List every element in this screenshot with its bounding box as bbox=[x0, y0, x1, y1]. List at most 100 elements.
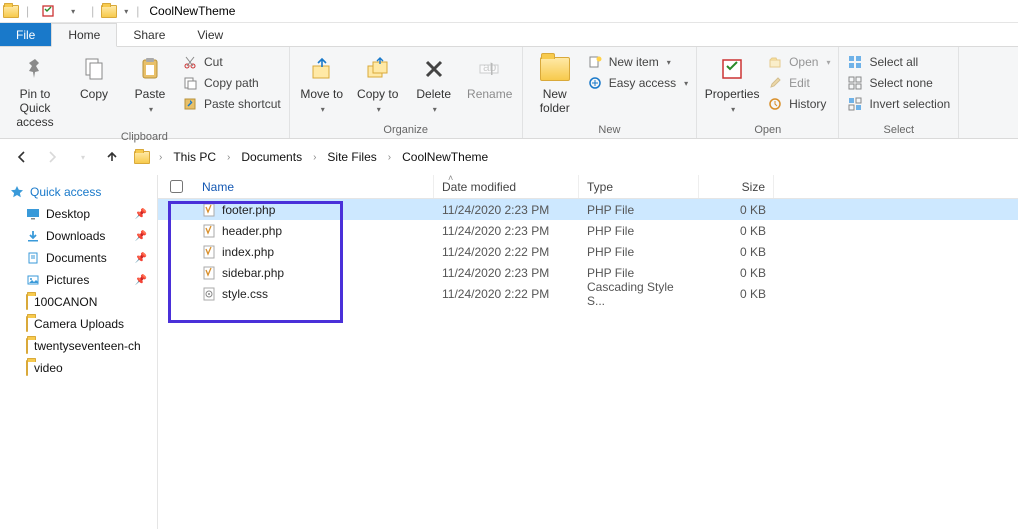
pin-label: Pin to Quick access bbox=[8, 88, 62, 129]
pin-icon bbox=[19, 53, 51, 85]
cut-button[interactable]: Cut bbox=[182, 53, 281, 71]
column-header-date[interactable]: Date modified bbox=[434, 175, 579, 198]
move-to-button[interactable]: Move to ▾ bbox=[298, 50, 346, 116]
sidebar-item[interactable]: 100CANON bbox=[4, 291, 153, 313]
sidebar-item[interactable]: video bbox=[4, 357, 153, 379]
file-type: PHP File bbox=[579, 203, 699, 217]
chevron-right-icon[interactable]: › bbox=[385, 152, 394, 163]
select-none-label: Select none bbox=[869, 76, 932, 90]
delete-label: Delete bbox=[416, 87, 451, 101]
address-bar[interactable]: › This PC › Documents › Site Files › Coo… bbox=[130, 145, 494, 169]
tab-file[interactable]: File bbox=[0, 23, 51, 46]
select-all-checkbox[interactable] bbox=[158, 180, 194, 193]
file-name: header.php bbox=[222, 224, 282, 238]
chevron-down-icon: ▾ bbox=[149, 105, 153, 114]
tab-view[interactable]: View bbox=[181, 23, 239, 46]
back-button[interactable] bbox=[10, 145, 34, 169]
breadcrumb-segment[interactable]: Documents bbox=[235, 145, 308, 169]
file-row[interactable]: footer.php11/24/2020 2:23 PMPHP File0 KB bbox=[158, 199, 1018, 220]
column-header-size[interactable]: Size bbox=[699, 175, 774, 198]
sidebar-item-icon bbox=[26, 361, 28, 375]
delete-button[interactable]: Delete ▾ bbox=[410, 50, 458, 114]
copy-to-button[interactable]: Copy to ▾ bbox=[354, 50, 402, 116]
open-label: Open bbox=[789, 55, 818, 69]
properties-label: Properties bbox=[705, 88, 760, 102]
invert-selection-button[interactable]: Invert selection bbox=[847, 95, 950, 113]
sidebar-item[interactable]: Camera Uploads bbox=[4, 313, 153, 335]
history-button[interactable]: History bbox=[767, 95, 830, 113]
navigation-pane: Quick access Desktop📌Downloads📌Documents… bbox=[0, 175, 158, 529]
sidebar-item-icon bbox=[26, 317, 28, 331]
paste-shortcut-button[interactable]: Paste shortcut bbox=[182, 95, 281, 113]
copy-button[interactable]: Copy bbox=[70, 50, 118, 102]
file-icon bbox=[202, 287, 216, 301]
ribbon-group-open: Properties ▾ Open▾ Edit History Open bbox=[697, 47, 839, 138]
separator: | bbox=[136, 4, 139, 18]
select-none-button[interactable]: Select none bbox=[847, 74, 950, 92]
file-row[interactable]: index.php11/24/2020 2:22 PMPHP File0 KB bbox=[158, 241, 1018, 262]
pin-to-quick-access-button[interactable]: Pin to Quick access bbox=[8, 50, 62, 129]
forward-button[interactable] bbox=[40, 145, 64, 169]
open-button[interactable]: Open▾ bbox=[767, 53, 830, 71]
copy-path-button[interactable]: Copy path bbox=[182, 74, 281, 92]
pin-icon: 📌 bbox=[135, 253, 147, 264]
sidebar-item[interactable]: twentyseventeen-ch bbox=[4, 335, 153, 357]
file-date: 11/24/2020 2:23 PM bbox=[434, 203, 579, 217]
file-size: 0 KB bbox=[699, 245, 774, 259]
file-icon bbox=[202, 224, 216, 238]
group-label-clipboard: Clipboard bbox=[8, 131, 281, 143]
select-all-button[interactable]: Select all bbox=[847, 53, 950, 71]
sidebar-quick-access[interactable]: Quick access bbox=[4, 181, 153, 203]
up-button[interactable] bbox=[100, 145, 124, 169]
window-title: CoolNewTheme bbox=[149, 4, 235, 18]
chevron-right-icon[interactable]: › bbox=[156, 152, 165, 163]
new-folder-button[interactable]: New folder bbox=[531, 50, 579, 116]
group-label-organize: Organize bbox=[298, 124, 514, 136]
group-label-new: New bbox=[531, 124, 688, 136]
qat-dropdown-icon[interactable]: ▾ bbox=[61, 0, 83, 22]
recent-dropdown[interactable]: ▾ bbox=[70, 145, 94, 169]
chevron-right-icon[interactable]: › bbox=[224, 152, 233, 163]
column-header-type[interactable]: Type bbox=[579, 175, 699, 198]
column-headers: Name ˄ Date modified Type Size bbox=[158, 175, 1018, 199]
cut-label: Cut bbox=[204, 55, 223, 69]
paste-button[interactable]: Paste ▾ bbox=[126, 50, 174, 114]
easy-access-label: Easy access bbox=[609, 76, 676, 90]
qat-properties-icon[interactable] bbox=[37, 0, 59, 22]
sidebar-item-icon bbox=[26, 339, 28, 353]
sidebar-item[interactable]: Downloads📌 bbox=[4, 225, 153, 247]
sidebar-item-label: Pictures bbox=[46, 273, 89, 287]
easy-access-button[interactable]: Easy access▾ bbox=[587, 74, 688, 92]
tab-home[interactable]: Home bbox=[51, 23, 117, 47]
file-row[interactable]: style.css11/24/2020 2:22 PMCascading Sty… bbox=[158, 283, 1018, 304]
sidebar-item[interactable]: Desktop📌 bbox=[4, 203, 153, 225]
new-item-button[interactable]: New item▾ bbox=[587, 53, 688, 71]
folder-context-icon bbox=[98, 0, 120, 22]
sidebar-item[interactable]: Pictures📌 bbox=[4, 269, 153, 291]
chevron-down-icon[interactable]: ▾ bbox=[124, 7, 128, 16]
tab-share[interactable]: Share bbox=[117, 23, 181, 46]
file-row[interactable]: header.php11/24/2020 2:23 PMPHP File0 KB bbox=[158, 220, 1018, 241]
chevron-right-icon[interactable]: › bbox=[310, 152, 319, 163]
column-header-name[interactable]: Name bbox=[194, 175, 434, 198]
star-icon bbox=[10, 185, 24, 199]
rename-button[interactable]: ab Rename bbox=[466, 50, 514, 102]
sidebar-item-icon bbox=[26, 295, 28, 309]
properties-button[interactable]: Properties ▾ bbox=[705, 50, 759, 114]
file-size: 0 KB bbox=[699, 224, 774, 238]
sort-indicator-icon: ˄ bbox=[448, 173, 453, 183]
sidebar-item[interactable]: Documents📌 bbox=[4, 247, 153, 269]
select-all-icon bbox=[847, 54, 863, 70]
breadcrumb-segment[interactable]: Site Files bbox=[321, 145, 382, 169]
history-label: History bbox=[789, 97, 826, 111]
breadcrumb-segment[interactable]: This PC bbox=[167, 145, 222, 169]
new-item-icon bbox=[587, 54, 603, 70]
breadcrumb-segment[interactable]: CoolNewTheme bbox=[396, 145, 494, 169]
easy-access-icon bbox=[587, 75, 603, 91]
edit-button[interactable]: Edit bbox=[767, 74, 830, 92]
ribbon-group-select: Select all Select none Invert selection … bbox=[839, 47, 959, 138]
file-name: index.php bbox=[222, 245, 274, 259]
invert-label: Invert selection bbox=[869, 97, 950, 111]
new-item-label: New item bbox=[609, 55, 659, 69]
file-icon bbox=[202, 245, 216, 259]
